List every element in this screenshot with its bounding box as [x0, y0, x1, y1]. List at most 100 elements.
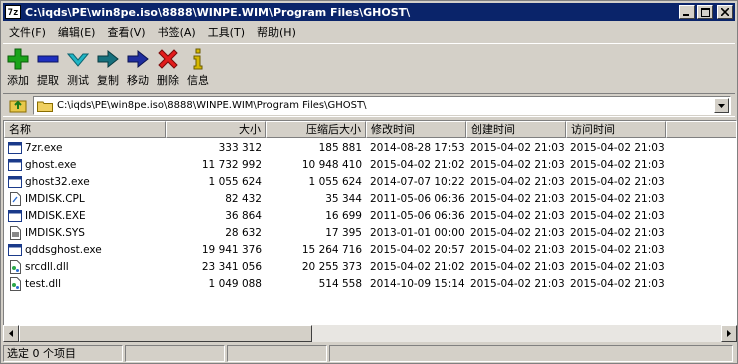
chevron-down-icon — [718, 103, 725, 108]
extract-label: 提取 — [37, 74, 59, 87]
column-header-modified[interactable]: 修改时间 — [366, 121, 466, 138]
file-row[interactable]: ghost.exe 11 732 992 10 948 410 2015-04-02 … — [4, 156, 666, 173]
dll-file-icon — [10, 259, 21, 274]
file-created: 2015-04-02 21:03 — [470, 141, 565, 154]
file-modified: 2015-04-02 21:02 — [370, 260, 465, 273]
file-created: 2015-04-02 21:03 — [470, 277, 565, 290]
file-packed-size: 185 881 — [318, 141, 362, 154]
add-button[interactable]: 添加 — [3, 44, 33, 89]
file-created: 2015-04-02 21:03 — [470, 158, 565, 171]
file-accessed: 2015-04-02 21:03 — [570, 175, 665, 188]
copy-button[interactable]: 复制 — [93, 44, 123, 89]
file-created: 2015-04-02 21:03 — [470, 192, 565, 205]
file-size: 28 632 — [225, 226, 262, 239]
scroll-right-button[interactable] — [721, 325, 737, 342]
file-accessed: 2015-04-02 21:03 — [570, 260, 665, 273]
menu-edit[interactable]: 编辑(E) — [52, 24, 102, 40]
menu-file[interactable]: 文件(F) — [3, 24, 52, 40]
scroll-thumb[interactable] — [19, 325, 312, 342]
extract-button[interactable]: 提取 — [33, 44, 63, 89]
file-size: 23 341 056 — [201, 260, 262, 273]
exe-window-icon — [8, 158, 22, 171]
folder-icon — [37, 101, 53, 112]
file-row[interactable]: qddsghost.exe 19 941 376 15 264 716 2015-04… — [4, 241, 666, 258]
file-name: srcdll.dll — [25, 260, 69, 273]
plus-icon — [7, 48, 29, 70]
file-created: 2015-04-02 21:03 — [470, 226, 565, 239]
file-packed-size: 17 395 — [325, 226, 362, 239]
file-size: 11 732 992 — [201, 158, 262, 171]
file-packed-size: 1 055 624 — [308, 175, 362, 188]
column-header-name[interactable]: 名称 — [4, 121, 166, 138]
file-row[interactable]: ghost32.exe 1 055 624 1 055 624 2014-07-07 … — [4, 173, 666, 190]
file-packed-size: 16 699 — [325, 209, 362, 222]
file-name-cell: qddsghost.exe — [4, 243, 166, 257]
file-row[interactable]: IMDISK.SYS 28 632 17 395 2013-01-01 00:00 20… — [4, 224, 666, 241]
file-accessed: 2015-04-02 21:03 — [570, 226, 665, 239]
test-button[interactable]: 测试 — [63, 44, 93, 89]
file-row[interactable]: IMDISK.CPL 82 432 35 344 2011-05-06 06:36 20… — [4, 190, 666, 207]
move-button[interactable]: 移动 — [123, 44, 153, 89]
file-packed-size: 20 255 373 — [301, 260, 362, 273]
path-combobox[interactable]: C:\iqds\PE\win8pe.iso\8888\WINPE.WIM\Pro… — [33, 96, 731, 115]
file-name: IMDISK.SYS — [25, 226, 85, 239]
title-bar[interactable]: 7z C:\iqds\PE\win8pe.iso\8888\WINPE.WIM\… — [3, 3, 735, 21]
path-text: C:\iqds\PE\win8pe.iso\8888\WINPE.WIM\Pro… — [57, 100, 367, 111]
info-button[interactable]: 信息 — [183, 44, 213, 89]
file-accessed: 2015-04-02 21:03 — [570, 141, 665, 154]
up-folder-button[interactable] — [7, 95, 29, 115]
file-packed-size: 10 948 410 — [301, 158, 362, 171]
file-name: qddsghost.exe — [25, 243, 102, 256]
file-packed-size: 15 264 716 — [301, 243, 362, 256]
menu-view[interactable]: 查看(V) — [101, 24, 151, 40]
file-size: 19 941 376 — [201, 243, 262, 256]
file-size: 36 864 — [225, 209, 262, 222]
menu-help[interactable]: 帮助(H) — [251, 24, 302, 40]
delete-button[interactable]: 删除 — [153, 44, 183, 89]
file-size: 82 432 — [225, 192, 262, 205]
file-name-cell: srcdll.dll — [4, 259, 166, 274]
file-name-cell: 7zr.exe — [4, 141, 166, 155]
exe-window-icon — [8, 175, 22, 188]
delete-x-icon — [158, 49, 178, 69]
file-accessed: 2015-04-02 21:03 — [570, 243, 665, 256]
menu-bookmarks[interactable]: 书签(A) — [152, 24, 202, 40]
file-accessed: 2015-04-02 21:03 — [570, 209, 665, 222]
maximize-button[interactable] — [697, 5, 713, 19]
column-header-accessed[interactable]: 访问时间 — [566, 121, 666, 138]
delete-label: 删除 — [157, 74, 179, 87]
move-arrow-icon — [127, 49, 149, 69]
copy-arrow-icon — [97, 49, 119, 69]
file-row[interactable]: srcdll.dll 23 341 056 20 255 373 2015-04-02… — [4, 258, 666, 275]
status-bar: 选定 0 个项目 — [3, 345, 737, 363]
file-row[interactable]: IMDISK.EXE 36 864 16 699 2011-05-06 06:36 20… — [4, 207, 666, 224]
app-window: 7z C:\iqds\PE\win8pe.iso\8888\WINPE.WIM\… — [0, 0, 738, 364]
minimize-button[interactable] — [679, 5, 695, 19]
file-size: 1 049 088 — [208, 277, 262, 290]
exe-window-icon — [8, 141, 22, 154]
path-dropdown-button[interactable] — [714, 98, 729, 113]
file-modified: 2014-08-28 17:53 — [370, 141, 465, 154]
column-header-packed-size[interactable]: 压缩后大小 — [266, 121, 366, 138]
column-header-size[interactable]: 大小 — [166, 121, 266, 138]
file-rows: 7zr.exe 333 312 185 881 2014-08-28 17:53 201… — [4, 139, 666, 292]
file-row[interactable]: test.dll 1 049 088 514 558 2014-10-09 15:14… — [4, 275, 666, 292]
cpl-file-icon — [10, 191, 21, 206]
7zip-logo-icon: 7z — [5, 5, 21, 19]
close-button[interactable] — [717, 5, 733, 19]
file-created: 2015-04-02 21:03 — [470, 175, 565, 188]
scroll-left-button[interactable] — [3, 325, 19, 342]
checkmark-icon — [67, 53, 89, 67]
column-header-created[interactable]: 创建时间 — [466, 121, 566, 138]
file-name-cell: IMDISK.EXE — [4, 209, 166, 223]
file-modified: 2015-04-02 21:02 — [370, 158, 465, 171]
status-selection: 选定 0 个项目 — [3, 345, 123, 362]
file-name-cell: ghost.exe — [4, 158, 166, 172]
file-list[interactable]: 名称 大小 压缩后大小 修改时间 创建时间 访问时间 7zr.exe 333 31… — [3, 120, 737, 342]
file-name-cell: IMDISK.CPL — [4, 191, 166, 206]
minimize-icon — [683, 14, 689, 16]
file-name: ghost.exe — [25, 158, 77, 171]
menu-tools[interactable]: 工具(T) — [202, 24, 251, 40]
file-row[interactable]: 7zr.exe 333 312 185 881 2014-08-28 17:53 201… — [4, 139, 666, 156]
horizontal-scrollbar[interactable] — [3, 325, 737, 342]
